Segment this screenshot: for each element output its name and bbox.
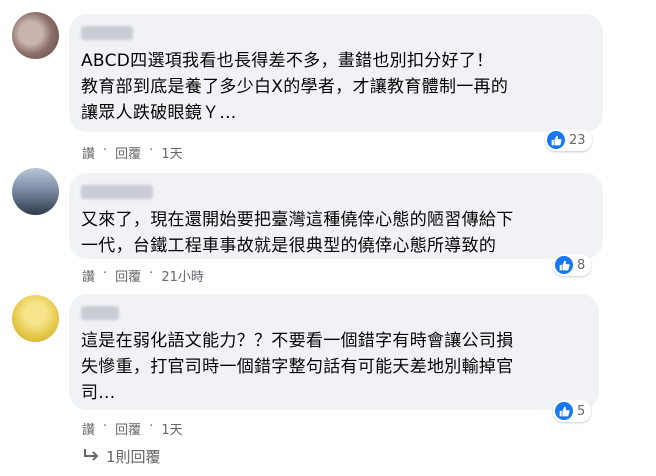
like-button[interactable]: 讚 (82, 266, 95, 285)
reaction-count[interactable]: 23 (545, 129, 592, 151)
view-replies-label[interactable]: 1則回覆 (106, 446, 161, 467)
commenter-name-blurred[interactable] (81, 306, 119, 320)
thumbs-up-icon (547, 131, 565, 149)
comment-timestamp[interactable]: 1天 (161, 143, 182, 162)
comment-line: 失慘重，打官司時一個錯字整句話有可能天差地別輸掉官 (81, 357, 514, 377)
comment-bubble: ABCD四選項我看也長得差不多，畫錯也別扣分好了！ 教育部到底是養了多少白X的學… (69, 14, 603, 132)
comment-timestamp[interactable]: 1天 (161, 419, 182, 438)
reply-button[interactable]: 回覆 (115, 266, 141, 285)
reaction-count[interactable]: 8 (553, 254, 592, 276)
comment-line: 司... (81, 383, 116, 403)
comment-line: 教育部到底是養了多少白X的學者，才讓教育體制一再的 (81, 77, 509, 97)
comment-actions: 讚 · 回覆 · 1天 (82, 419, 183, 438)
comment-actions: 讚 · 回覆 · 1天 (82, 143, 183, 162)
comment-actions: 讚 · 回覆 · 21小時 (82, 266, 204, 285)
reaction-number: 23 (569, 132, 586, 148)
reaction-count[interactable]: 5 (553, 400, 592, 422)
like-button[interactable]: 讚 (82, 419, 95, 438)
comment-line: 讓眾人跌破眼鏡Ｙ... (81, 103, 237, 123)
reaction-number: 5 (577, 403, 586, 419)
avatar[interactable] (12, 295, 59, 342)
thumbs-up-icon (555, 256, 573, 274)
reply-button[interactable]: 回覆 (115, 419, 141, 438)
like-button[interactable]: 讚 (82, 143, 95, 162)
view-replies-link[interactable]: 1則回覆 (82, 446, 161, 467)
comment-timestamp[interactable]: 21小時 (161, 266, 204, 285)
reply-button[interactable]: 回覆 (115, 143, 141, 162)
comment-line: 這是在弱化語文能力？？不要看一個錯字有時會讓公司損 (81, 331, 514, 351)
commenter-name-blurred[interactable] (81, 185, 153, 199)
comment-bubble: 又來了，現在還開始要把臺灣這種僥倖心態的陋習傳給下 一代，台鐵工程車事故就是很典… (69, 173, 603, 259)
comment-text: ABCD四選項我看也長得差不多，畫錯也別扣分好了！ 教育部到底是養了多少白X的學… (81, 48, 593, 126)
commenter-name-blurred[interactable] (81, 26, 133, 40)
comment-line: 一代，台鐵工程車事故就是很典型的僥倖心態所導致的 (81, 236, 497, 256)
thumbs-up-icon (555, 402, 573, 420)
reaction-number: 8 (577, 257, 586, 273)
avatar[interactable] (12, 168, 59, 215)
comment-text: 又來了，現在還開始要把臺灣這種僥倖心態的陋習傳給下 一代，台鐵工程車事故就是很典… (81, 207, 593, 259)
comment-line: ABCD四選項我看也長得差不多，畫錯也別扣分好了！ (81, 51, 494, 71)
reply-arrow-icon (82, 448, 100, 466)
comment-text: 這是在弱化語文能力？？不要看一個錯字有時會讓公司損 失慘重，打官司時一個錯字整句… (81, 328, 589, 406)
avatar[interactable] (12, 12, 59, 59)
comment-line: 又來了，現在還開始要把臺灣這種僥倖心態的陋習傳給下 (81, 210, 514, 230)
comment-bubble: 這是在弱化語文能力？？不要看一個錯字有時會讓公司損 失慘重，打官司時一個錯字整句… (69, 294, 599, 410)
